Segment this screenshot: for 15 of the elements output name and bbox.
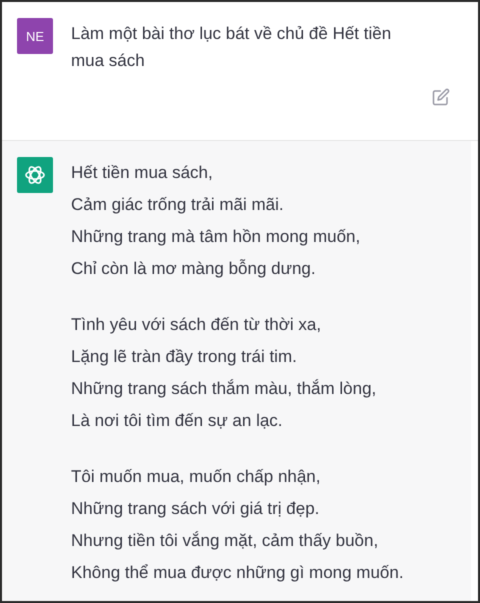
poem-line: Những trang sách thắm màu, thắm lòng, bbox=[71, 378, 378, 400]
poem-line: Cảm giác trống trải mãi mãi. bbox=[71, 194, 285, 216]
poem-line: Hết tiền mua sách, bbox=[71, 162, 214, 184]
prompt-text: Làm một bài thơ lục bát về chủ đề Hết tiền mua sách bbox=[71, 23, 392, 72]
poem-line: Nhưng tiền tôi vắng mặt, cảm thấy buồn, bbox=[71, 530, 380, 552]
poem-line: Không thể mua được những gì mong muốn. bbox=[71, 562, 405, 584]
poem-line: Chỉ còn là mơ màng bỗng dưng. bbox=[71, 258, 317, 280]
user-avatar: NE bbox=[17, 18, 53, 54]
poem-line: Tôi muốn mua, muốn chấp nhận, bbox=[71, 466, 322, 488]
poem-line: Lặng lẽ tràn đầy trong trái tim. bbox=[71, 346, 298, 368]
edit-icon[interactable] bbox=[432, 88, 450, 106]
poem-line: Những trang mà tâm hồn mong muốn, bbox=[71, 226, 362, 248]
poem-line: Tình yêu với sách đến từ thời xa, bbox=[71, 314, 322, 336]
poem-line: Những trang sách với giá trị đẹp. bbox=[71, 498, 320, 520]
poem-line: Là nơi tôi tìm đến sự an lạc. bbox=[71, 410, 284, 432]
